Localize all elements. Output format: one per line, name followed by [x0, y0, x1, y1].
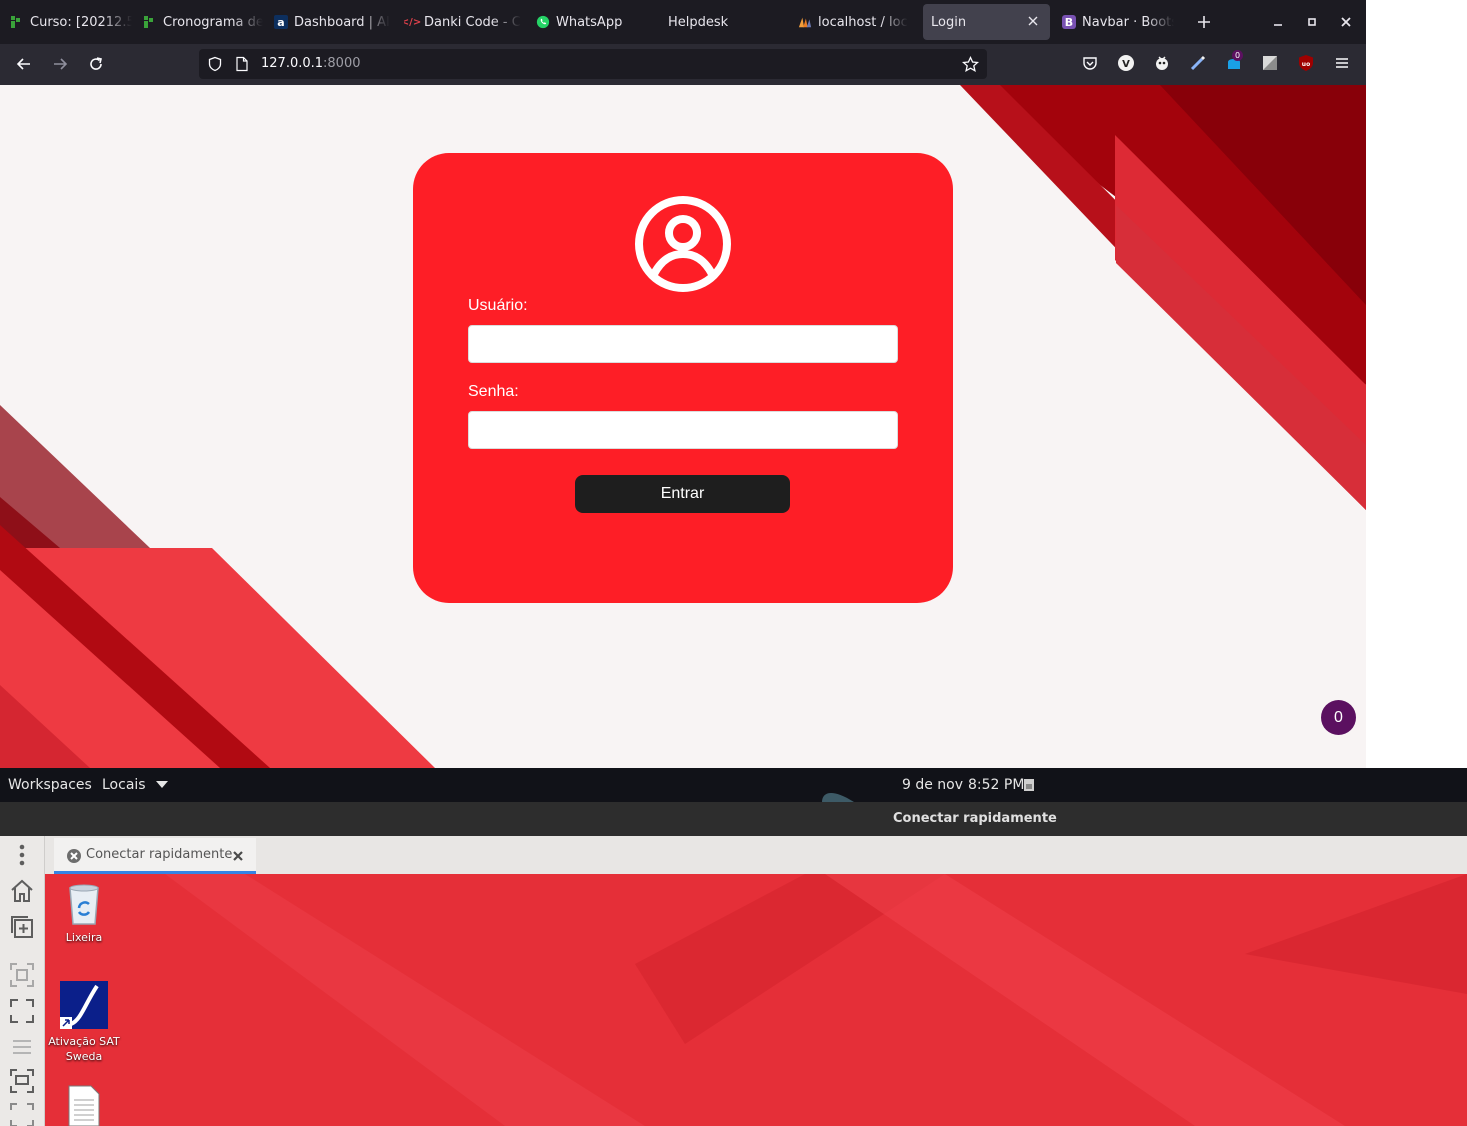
clock-date[interactable]: 9 de nov [902, 777, 963, 793]
green-app-icon [143, 15, 157, 29]
forward-icon[interactable] [50, 54, 70, 74]
url-host: 127.0.0.1 [261, 56, 324, 71]
tab-curso[interactable]: Curso: [20212.5 [10, 4, 132, 40]
tab-helpdesk[interactable]: Helpdesk [668, 4, 778, 40]
places-menu[interactable]: Locais [102, 777, 169, 793]
desktop-top-panel: Workspaces Locais 9 de nov 8:52 PM [0, 768, 1467, 802]
maximize-icon[interactable] [1304, 14, 1320, 30]
desktop-icon-recycle-bin[interactable]: Lixeira [45, 882, 124, 945]
browser-window: Curso: [20212.5 Cronograma de a Dashboar… [0, 0, 1366, 768]
wallpaper-shape [822, 792, 854, 802]
remote-connection-window: Conectar rapidamente Conectar rapidament… [0, 802, 1467, 1126]
tab-dashboard[interactable]: a Dashboard | Al [274, 4, 392, 40]
desktop-icon-text-file[interactable] [45, 1084, 124, 1126]
connection-icon [67, 849, 81, 863]
a-logo-icon: a [274, 15, 288, 29]
remote-toolbar [0, 836, 45, 1126]
login-submit-button[interactable]: Entrar [575, 475, 790, 513]
tab-title: Cronograma de [163, 14, 263, 30]
password-label: Senha: [468, 383, 519, 400]
recycle-bin-icon [69, 884, 99, 925]
tab-title: Dashboard | Al [294, 14, 390, 30]
code-icon: </> [404, 16, 422, 28]
login-page: Usuário: Senha: Entrar 0 [0, 85, 1366, 768]
fullscreen-icon[interactable] [9, 998, 35, 1024]
display-screen-icon[interactable] [9, 1068, 35, 1094]
svg-text:V: V [1122, 59, 1130, 70]
new-connection-icon[interactable] [9, 914, 35, 940]
tab-login[interactable]: Login [923, 4, 1050, 40]
remote-desktop-view[interactable]: Lixeira Ativação SAT Sweda [45, 874, 1467, 1126]
chevron-down-icon [156, 781, 169, 788]
reload-icon[interactable] [86, 54, 106, 74]
tab-title: Curso: [20212.5 [30, 14, 132, 30]
remote-wallpaper [45, 874, 1467, 1126]
extension-badge: 0 [1232, 50, 1244, 61]
image-extension-icon[interactable] [1261, 54, 1279, 72]
tab-danki-code[interactable]: </> Danki Code - C [404, 4, 522, 40]
notification-badge[interactable]: 0 [1321, 700, 1356, 735]
phpmyadmin-icon [798, 15, 812, 29]
whatsapp-icon [536, 15, 550, 29]
close-tab-icon[interactable] [232, 850, 244, 862]
desktop-icon-label: Lixeira [65, 931, 103, 944]
username-input[interactable] [468, 325, 898, 363]
darkreader-icon[interactable] [1153, 54, 1171, 72]
home-icon[interactable] [9, 878, 35, 904]
connection-tab-label: Conectar rapidamente [86, 847, 233, 862]
minimize-icon[interactable] [1270, 14, 1286, 30]
back-icon[interactable] [14, 54, 34, 74]
desktop-icon-sat-sweda[interactable]: Ativação SAT Sweda [45, 980, 124, 1064]
login-card: Usuário: Senha: Entrar [413, 153, 953, 603]
close-icon[interactable] [1026, 14, 1040, 28]
desktop-margin [1366, 0, 1467, 768]
url-text: 127.0.0.1:8000 [261, 56, 361, 71]
text-file-icon [68, 1085, 100, 1126]
pocket-icon[interactable] [1081, 54, 1099, 72]
page-icon[interactable] [235, 56, 249, 72]
bookmark-star-icon[interactable] [962, 56, 979, 73]
tab-bootstrap[interactable]: B Navbar · Boots [1062, 4, 1174, 40]
address-bar[interactable]: 127.0.0.1:8000 [199, 49, 987, 79]
connection-tab[interactable]: Conectar rapidamente [54, 838, 256, 874]
tab-whatsapp[interactable]: WhatsApp [536, 4, 646, 40]
user-circle-icon [635, 196, 731, 292]
tab-title: Helpdesk [668, 14, 729, 30]
tab-title: Login [931, 14, 967, 30]
window-header: Conectar rapidamente [0, 802, 1467, 836]
window-close-icon[interactable] [1338, 14, 1354, 30]
tab-phpmyadmin[interactable]: localhost / loc [798, 4, 910, 40]
username-label: Usuário: [468, 297, 528, 314]
navigation-toolbar: 127.0.0.1:8000 V 0 uo [0, 44, 1366, 86]
menu-dots-icon[interactable] [9, 842, 35, 868]
hamburger-menu-icon[interactable] [1333, 54, 1351, 72]
connection-tab-strip: Conectar rapidamente [45, 836, 1467, 875]
ublock-icon[interactable]: uo [1297, 54, 1315, 72]
vimium-icon[interactable]: V [1117, 54, 1135, 72]
bootstrap-icon: B [1062, 15, 1076, 29]
places-label: Locais [102, 777, 146, 793]
color-picker-icon[interactable] [1189, 54, 1207, 72]
new-tab-icon[interactable] [1196, 14, 1212, 30]
clock-time[interactable]: 8:52 PM [968, 777, 1024, 793]
workspaces-button[interactable]: Workspaces [8, 777, 92, 793]
desktop-icon-label: Ativação SAT Sweda [48, 1035, 120, 1063]
fit-window-icon[interactable] [9, 962, 35, 988]
tab-title: localhost / loc [818, 14, 908, 30]
shield-icon[interactable] [207, 56, 223, 72]
svg-text:uo: uo [1302, 61, 1310, 68]
tab-title: Danki Code - C [424, 14, 521, 30]
window-title: Conectar rapidamente [893, 811, 1057, 826]
tab-cronograma[interactable]: Cronograma de [143, 4, 263, 40]
password-input[interactable] [468, 411, 898, 449]
scale-icon[interactable] [9, 1102, 35, 1126]
lock-icon [1024, 779, 1034, 791]
green-app-icon [10, 15, 24, 29]
url-port: :8000 [323, 56, 361, 71]
sat-sweda-icon [60, 981, 108, 1029]
tab-title: WhatsApp [556, 14, 623, 30]
tab-title: Navbar · Boots [1082, 14, 1174, 30]
preferences-icon[interactable] [9, 1034, 35, 1060]
tab-bar: Curso: [20212.5 Cronograma de a Dashboar… [0, 0, 1366, 44]
